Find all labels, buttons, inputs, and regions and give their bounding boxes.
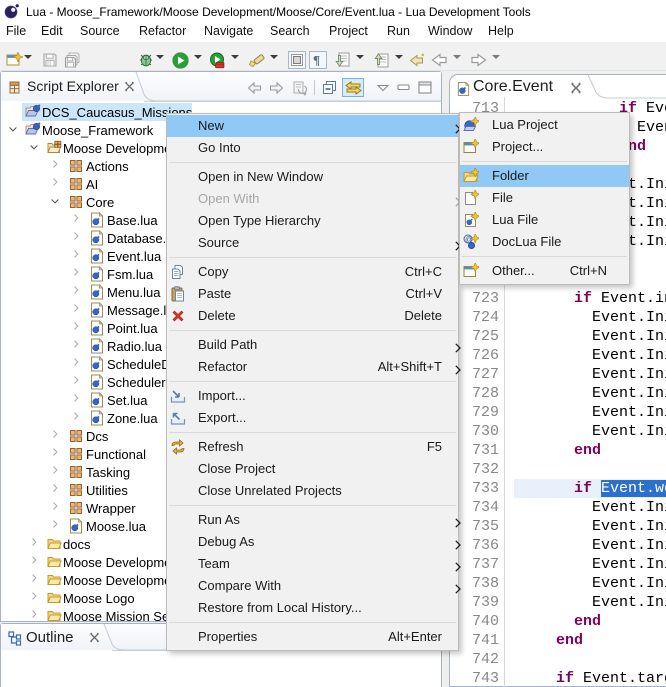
svg-text:¶: ¶ <box>313 53 320 68</box>
